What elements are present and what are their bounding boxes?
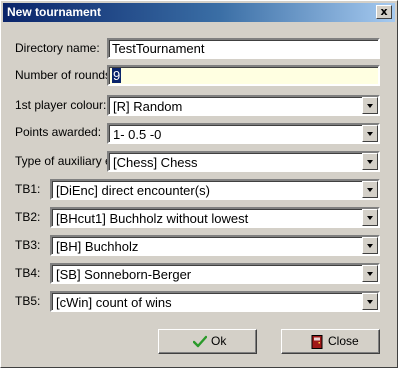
tb2-label: TB2: xyxy=(15,210,41,224)
window-close-button[interactable]: x xyxy=(376,5,392,19)
rounds-value: 9 xyxy=(112,68,122,83)
chevron-down-icon[interactable] xyxy=(362,153,378,170)
points-select[interactable]: 1- 0.5 -0 xyxy=(107,123,380,144)
auxiliary-select[interactable]: [Chess] Chess xyxy=(107,151,380,172)
directory-name-input[interactable]: TestTournament xyxy=(107,38,380,59)
window-title: New tournament xyxy=(7,5,102,19)
auxiliary-label: Type of auxiliary ev xyxy=(15,154,107,168)
chevron-down-icon[interactable] xyxy=(362,209,378,226)
chevron-down-icon[interactable] xyxy=(362,265,378,282)
points-label: Points awarded: xyxy=(15,125,102,139)
colour-label: 1st player colour: xyxy=(15,98,107,112)
tb4-select[interactable]: [SB] Sonneborn-Berger xyxy=(50,263,380,284)
tb1-label: TB1: xyxy=(15,182,41,196)
points-value: 1- 0.5 -0 xyxy=(113,127,162,142)
ok-button-label: Ok xyxy=(211,334,227,348)
tb3-value: [BH] Buchholz xyxy=(56,239,139,254)
directory-label: Directory name: xyxy=(15,41,100,55)
close-button[interactable]: Close xyxy=(281,329,380,354)
tb4-label: TB4: xyxy=(15,266,41,280)
chevron-down-icon[interactable] xyxy=(362,181,378,198)
colour-value: [R] Random xyxy=(113,99,183,114)
rounds-input[interactable]: 9 xyxy=(107,65,380,86)
chevron-down-icon[interactable] xyxy=(362,293,378,310)
close-button-label: Close xyxy=(328,334,359,348)
rounds-label: Number of rounds: xyxy=(15,68,107,82)
tb5-label: TB5: xyxy=(15,294,41,308)
tb1-value: [DiEnc] direct encounter(s) xyxy=(56,183,210,198)
chevron-down-icon[interactable] xyxy=(362,237,378,254)
auxiliary-value: [Chess] Chess xyxy=(113,155,198,170)
ok-button[interactable]: Ok xyxy=(158,329,257,354)
tb3-select[interactable]: [BH] Buchholz xyxy=(50,235,380,256)
title-bar[interactable]: New tournament x xyxy=(3,3,395,22)
colour-select[interactable]: [R] Random xyxy=(107,95,380,116)
tb4-value: [SB] Sonneborn-Berger xyxy=(56,267,192,282)
tb2-select[interactable]: [BHcut1] Buchholz without lowest xyxy=(50,207,380,228)
close-icon: x xyxy=(380,5,388,18)
tb5-select[interactable]: [cWin] count of wins xyxy=(50,291,380,312)
tb5-value: [cWin] count of wins xyxy=(56,295,172,310)
tb3-label: TB3: xyxy=(15,238,41,252)
new-tournament-dialog: New tournament x Directory name: TestTou… xyxy=(0,0,398,368)
tb2-value: [BHcut1] Buchholz without lowest xyxy=(56,211,249,226)
chevron-down-icon[interactable] xyxy=(362,125,378,142)
directory-name-value: TestTournament xyxy=(112,41,205,56)
exit-door-icon xyxy=(311,335,323,349)
check-icon xyxy=(193,335,207,348)
chevron-down-icon[interactable] xyxy=(362,97,378,114)
tb1-select[interactable]: [DiEnc] direct encounter(s) xyxy=(50,179,380,200)
